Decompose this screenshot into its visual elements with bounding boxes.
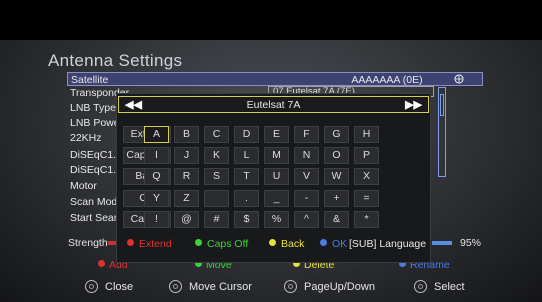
- close-label: Close: [105, 281, 134, 293]
- footer: Close Move Cursor PageUp/Down Select: [0, 272, 542, 302]
- legend-back-label: Back: [281, 238, 305, 250]
- legend-extend: Extend: [127, 238, 172, 250]
- key-char[interactable]: Z: [174, 190, 199, 207]
- key-char[interactable]: B: [174, 126, 199, 143]
- key-char[interactable]: O: [324, 147, 349, 164]
- key-char[interactable]: -: [294, 190, 319, 207]
- key-char[interactable]: [204, 190, 229, 207]
- key-char[interactable]: K: [204, 147, 229, 164]
- key-char[interactable]: T: [234, 168, 259, 185]
- key-char[interactable]: _: [264, 190, 289, 207]
- key-char[interactable]: V: [294, 168, 319, 185]
- ok-key-icon: [414, 280, 427, 293]
- key-char[interactable]: D: [234, 126, 259, 143]
- 22khz-label: 22KHz: [70, 132, 102, 144]
- select-label: Select: [434, 281, 465, 293]
- diseqc10-label: DiSEqC1.0: [70, 149, 122, 161]
- key-char[interactable]: U: [264, 168, 289, 185]
- key-char[interactable]: G: [324, 126, 349, 143]
- green-dot-icon: [195, 239, 202, 246]
- motor-label: Motor: [70, 180, 97, 192]
- key-char[interactable]: M: [264, 147, 289, 164]
- page-key-icon: [284, 280, 297, 293]
- move-cursor-label: Move Cursor: [189, 281, 252, 293]
- satellite-dish-icon: [454, 74, 464, 84]
- key-char[interactable]: H: [354, 126, 379, 143]
- lnb-type-label: LNB Type: [70, 102, 116, 114]
- legend-language: [SUB] Language: [349, 238, 427, 250]
- keyboard-legend: Extend Caps Off Back OK [SUB] Language: [117, 235, 430, 255]
- key-char[interactable]: F: [294, 126, 319, 143]
- key-char[interactable]: ^: [294, 211, 319, 228]
- key-char[interactable]: C: [204, 126, 229, 143]
- key-char[interactable]: =: [354, 190, 379, 207]
- diseqc11-label: DiSEqC1.1: [70, 164, 122, 176]
- red-dot-icon: [98, 260, 105, 267]
- strength-bar-fill: [432, 241, 452, 245]
- key-char[interactable]: S: [204, 168, 229, 185]
- key-char[interactable]: $: [234, 211, 259, 228]
- legend-back: Back: [269, 238, 304, 250]
- key-char[interactable]: L: [234, 147, 259, 164]
- key-char[interactable]: I: [144, 147, 169, 164]
- close-hint[interactable]: Close: [85, 280, 133, 293]
- key-char[interactable]: Y: [144, 190, 169, 207]
- key-char[interactable]: +: [324, 190, 349, 207]
- blue-dot-icon: [320, 239, 327, 246]
- key-char[interactable]: P: [354, 147, 379, 164]
- satellite-row[interactable]: Satellite AAAAAAA (0E): [67, 72, 483, 86]
- key-char[interactable]: !: [144, 211, 169, 228]
- key-char[interactable]: &: [324, 211, 349, 228]
- keyboard-dialog: ◀◀ Eutelsat 7A ▶▶ ExtendCaps OffBackOKCa…: [116, 93, 431, 263]
- legend-extend-label: Extend: [139, 238, 172, 250]
- legend-caps-label: Caps Off: [207, 238, 249, 250]
- screen: Antenna Settings Satellite AAAAAAA (0E) …: [0, 0, 542, 302]
- key-char[interactable]: A: [144, 126, 169, 143]
- key-char[interactable]: X: [354, 168, 379, 185]
- select-hint[interactable]: Select: [414, 280, 465, 293]
- key-char[interactable]: @: [174, 211, 199, 228]
- yellow-dot-icon: [269, 239, 276, 246]
- exit-key-icon: [85, 280, 98, 293]
- cursor-right-icon[interactable]: ▶▶: [405, 98, 422, 111]
- key-char[interactable]: .: [234, 190, 259, 207]
- legend-caps: Caps Off: [195, 238, 248, 250]
- keyboard-text-field[interactable]: Eutelsat 7A: [119, 99, 428, 111]
- satellite-value: AAAAAAA (0E): [351, 74, 423, 86]
- key-char[interactable]: *: [354, 211, 379, 228]
- key-char[interactable]: J: [174, 147, 199, 164]
- key-char[interactable]: %: [264, 211, 289, 228]
- keyboard-input-bar[interactable]: ◀◀ Eutelsat 7A ▶▶: [118, 96, 429, 113]
- red-dot-icon: [127, 239, 134, 246]
- satellite-label: Satellite: [71, 74, 109, 86]
- scrollbar[interactable]: [438, 87, 446, 177]
- move-cursor-hint[interactable]: Move Cursor: [169, 280, 252, 293]
- key-char[interactable]: #: [204, 211, 229, 228]
- key-char[interactable]: E: [264, 126, 289, 143]
- scrollbar-thumb[interactable]: [440, 94, 444, 116]
- legend-ok-label: OK: [332, 238, 348, 250]
- arrow-keys-icon: [169, 280, 182, 293]
- key-char[interactable]: W: [324, 168, 349, 185]
- key-char[interactable]: R: [174, 168, 199, 185]
- top-bar: [0, 0, 542, 40]
- strength-label: Strength: [68, 237, 108, 249]
- page-up-down-hint[interactable]: PageUp/Down: [284, 280, 375, 293]
- strength-value: 95%: [460, 237, 482, 249]
- page-title: Antenna Settings: [48, 51, 183, 70]
- page-up-down-label: PageUp/Down: [304, 281, 375, 293]
- key-char[interactable]: Q: [144, 168, 169, 185]
- legend-ok: OK: [320, 238, 347, 250]
- key-char[interactable]: N: [294, 147, 319, 164]
